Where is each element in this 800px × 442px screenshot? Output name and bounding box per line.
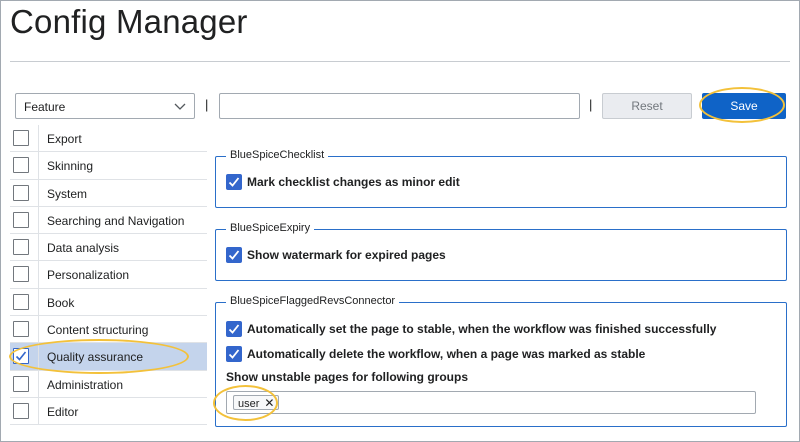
title-divider — [10, 61, 790, 62]
sidebar-item-quality-assurance[interactable]: Quality assurance — [10, 343, 207, 371]
sidebar-checkbox[interactable] — [13, 321, 29, 338]
sidebar-checkbox[interactable] — [13, 266, 29, 283]
checkbox-label: Show watermark for expired pages — [247, 248, 446, 262]
sidebar-item-label: Personalization — [47, 268, 130, 283]
sidebar-item-administration[interactable]: Administration — [10, 370, 207, 398]
sidebar-checkbox[interactable] — [13, 130, 29, 146]
sidebar-checkbox[interactable] — [13, 184, 29, 201]
sidebar-checkbox[interactable] — [13, 211, 29, 228]
sidebar-checkbox-checked[interactable] — [13, 348, 29, 365]
group-tag: user ✕ — [233, 395, 280, 410]
sidebar-item-editor[interactable]: Editor — [10, 397, 207, 426]
checkbox-label: Automatically set the page to stable, wh… — [247, 322, 717, 336]
checkbox-checked[interactable] — [226, 346, 242, 362]
checkmark-icon — [228, 250, 240, 260]
checkbox-checked[interactable] — [226, 247, 242, 263]
sidebar-item-label: System — [47, 186, 88, 201]
sidebar-item-label: Book — [47, 295, 75, 310]
sidebar-item-label: Editor — [47, 404, 79, 419]
checkbox-label: Mark checklist changes as minor edit — [247, 175, 460, 189]
sidebar-item-label: Export — [47, 132, 82, 146]
toolbar-separator: | — [589, 97, 593, 112]
remove-tag-icon[interactable]: ✕ — [264, 396, 274, 410]
checkmark-icon — [228, 324, 240, 334]
sidebar-checkbox[interactable] — [13, 239, 29, 256]
sidebar-item-system[interactable]: System — [10, 179, 207, 207]
chevron-down-icon — [174, 103, 186, 110]
groups-label: Show unstable pages for following groups — [226, 370, 469, 384]
sidebar-item-export[interactable]: Export — [10, 125, 207, 153]
search-input[interactable] — [219, 93, 580, 119]
sidebar-item-data-analysis[interactable]: Data analysis — [10, 234, 207, 262]
feature-dropdown-value: Feature — [24, 100, 66, 114]
sidebar-checkbox[interactable] — [13, 157, 29, 174]
fieldset-legend: BlueSpiceFlaggedRevsConnector — [226, 295, 400, 307]
sidebar-checkbox[interactable] — [13, 293, 29, 310]
sidebar-item-label: Searching and Navigation — [47, 213, 185, 228]
checkmark-icon — [228, 349, 240, 359]
sidebar-item-label: Skinning — [47, 159, 94, 174]
sidebar-item-label: Quality assurance — [47, 350, 144, 365]
sidebar-checkbox[interactable] — [13, 402, 29, 419]
reset-button[interactable]: Reset — [602, 93, 692, 119]
fieldset-legend: BlueSpiceExpiry — [226, 222, 315, 234]
sidebar-item-label: Data analysis — [47, 241, 120, 256]
checkbox-label: Automatically delete the workflow, when … — [247, 347, 646, 361]
save-button[interactable]: Save — [702, 93, 786, 119]
sidebar-item-label: Administration — [47, 377, 124, 392]
group-tag-label: user — [238, 398, 260, 410]
sidebar-item-searching-navigation[interactable]: Searching and Navigation — [10, 206, 207, 235]
checkmark-icon — [228, 177, 240, 187]
sidebar-item-content-structuring[interactable]: Content structuring — [10, 316, 207, 344]
sidebar-checkbox[interactable] — [13, 375, 29, 392]
page-title: Config Manager — [10, 3, 248, 40]
feature-dropdown[interactable]: Feature — [15, 93, 195, 119]
category-sidebar: Export Skinning System Searching and Nav… — [10, 125, 207, 426]
fieldset-checklist: BlueSpiceChecklist Mark checklist change… — [215, 149, 787, 208]
checkbox-checked[interactable] — [226, 321, 242, 337]
sidebar-item-personalization[interactable]: Personalization — [10, 261, 207, 289]
fieldset-flagged-revs: BlueSpiceFlaggedRevsConnector Automatica… — [215, 295, 787, 427]
fieldset-expiry: BlueSpiceExpiry Show watermark for expir… — [215, 222, 787, 281]
sidebar-item-book[interactable]: Book — [10, 288, 207, 317]
checkbox-checked[interactable] — [226, 174, 242, 190]
sidebar-item-skinning[interactable]: Skinning — [10, 152, 207, 180]
toolbar-separator: | — [205, 97, 209, 112]
groups-tag-input[interactable]: user ✕ — [226, 391, 756, 414]
sidebar-item-label: Content structuring — [47, 323, 149, 338]
fieldset-legend: BlueSpiceChecklist — [226, 149, 329, 161]
checkmark-icon — [15, 351, 27, 362]
